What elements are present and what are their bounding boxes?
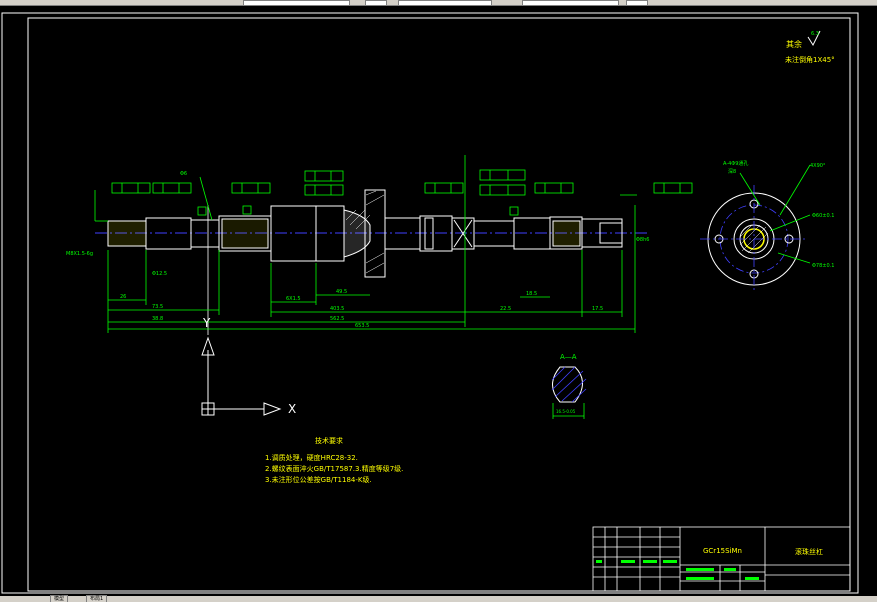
tolerance-frames xyxy=(111,169,693,216)
tech-req-line-2: 2.螺纹表面淬火GB/T17587.3.精度等级7级. xyxy=(265,464,403,473)
outer-border xyxy=(1,12,859,594)
dim-bottom-3: 6X1.5 xyxy=(286,296,301,302)
layout-tabs: 模型 布局1 xyxy=(0,595,877,602)
flange-label-1: A-4Φ9通孔 xyxy=(723,160,748,167)
flange-label-2: 深8 xyxy=(728,168,736,175)
dim-overall-total: 653.5 xyxy=(355,323,369,329)
dim-tail: Φ6 xyxy=(180,171,187,177)
title-block-material: GCr15SiMn xyxy=(703,547,742,555)
roughness-label: 其余 xyxy=(786,39,802,49)
dim-bottom-1: 26 xyxy=(120,294,126,300)
dim-left-end-dia: Φ12.5 xyxy=(152,271,167,277)
flange-end-view: A-4Φ9通孔 深8 4X90° Φ60±0.1 Φ78±0.1 xyxy=(700,160,834,293)
title-block xyxy=(592,526,851,592)
tab-model[interactable]: 模型 xyxy=(50,595,69,602)
dim-bottom-8: 17.5 xyxy=(592,306,603,312)
dim-bottom-5: 403.5 xyxy=(330,306,344,312)
flange-label-4: Φ60±0.1 xyxy=(812,213,834,219)
technical-requirements: 技术要求 1.调质处理，硬度HRC28-32. 2.螺纹表面淬火GB/T1758… xyxy=(265,436,403,484)
chamfer-note: 未注倒角1X45° xyxy=(785,55,835,64)
section-a-a: A—A 16.5-0.05 xyxy=(551,353,587,419)
tech-req-line-1: 1.调质处理，硬度HRC28-32. xyxy=(265,453,358,462)
drawing-canvas[interactable]: 其余 6.3 未注倒角1X45° M8X1.5-6g Φ12.5 26 73.5… xyxy=(0,5,877,595)
flange-label-3: 4X90° xyxy=(810,163,826,169)
title-block-part-name: 滚珠丝杠 xyxy=(795,547,823,556)
dim-left-end-note: M8X1.5-6g xyxy=(66,251,93,257)
roughness-note: 其余 6.3 未注倒角1X45° xyxy=(785,30,835,64)
ucs-x-label: X xyxy=(288,402,296,416)
dim-bottom-4: 49.5 xyxy=(336,289,347,295)
section-title: A—A xyxy=(560,353,577,361)
dim-right-bore: Φ8h6 xyxy=(636,237,649,243)
dim-overall-2: 562.5 xyxy=(330,316,344,322)
dim-bottom-6: 22.5 xyxy=(500,306,511,312)
roughness-value: 6.3 xyxy=(811,31,819,37)
tech-req-title: 技术要求 xyxy=(315,436,343,445)
tab-layout1[interactable]: 布局1 xyxy=(86,595,108,602)
tech-req-line-3: 3.未注形位公差按GB/T1184-K级. xyxy=(265,475,372,484)
ucs-icon: X Y xyxy=(201,316,296,416)
dim-bottom-7: 18.5 xyxy=(526,291,537,297)
flange-label-5: Φ78±0.1 xyxy=(812,263,834,269)
ucs-y-label: Y xyxy=(202,316,211,330)
section-width: 16.5-0.05 xyxy=(556,409,576,414)
dim-overall-1: 38.8 xyxy=(152,316,163,322)
dim-bottom-2: 73.5 xyxy=(152,304,163,310)
